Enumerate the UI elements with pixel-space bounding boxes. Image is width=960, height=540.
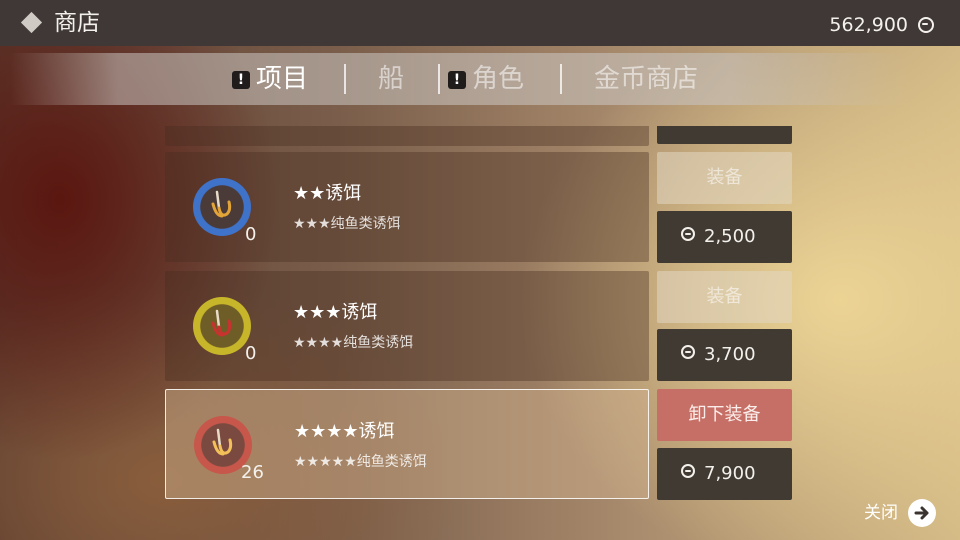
tab-items[interactable]: ! 项目 [232, 61, 308, 97]
tab-bar: ! 项目 船 ! 角色 金币商店 [10, 53, 910, 105]
item-count: 26 [241, 462, 264, 483]
lure-hook-icon [193, 178, 251, 236]
equip-button[interactable]: 装备 [657, 271, 792, 323]
alert-badge: ! [232, 71, 250, 89]
coin-icon [681, 345, 695, 359]
tab-coin-shop[interactable]: 金币商店 [594, 61, 698, 97]
item-name: ★★诱饵 [293, 183, 362, 204]
item-count: 0 [245, 224, 257, 245]
item-name: ★★★诱饵 [293, 302, 378, 323]
buy-button[interactable]: 2,500 [657, 211, 792, 263]
coin-icon [681, 464, 695, 478]
item-card[interactable] [165, 126, 649, 146]
lure-hook-icon [193, 297, 251, 355]
coin-icon [681, 227, 695, 241]
arrow-right-icon [908, 499, 936, 527]
item-count: 0 [245, 343, 257, 364]
coin-balance: 562,900 [829, 14, 908, 36]
item-description: ★★★纯鱼类诱饵 [293, 216, 401, 232]
unequip-button[interactable]: 卸下装备 [657, 389, 792, 441]
tab-label: 金币商店 [594, 64, 699, 94]
close-button[interactable]: 关闭 [864, 498, 936, 528]
tab-character[interactable]: ! 角色 [448, 61, 524, 97]
item-card[interactable]: 0 ★★★诱饵 ★★★★纯鱼类诱饵 [165, 271, 649, 381]
price-label: 3,700 [704, 344, 756, 365]
item-description: ★★★★★纯鱼类诱饵 [294, 454, 427, 470]
tab-label: 项目 [256, 64, 309, 94]
item-description: ★★★★纯鱼类诱饵 [293, 335, 414, 351]
item-name: ★★★★诱饵 [294, 421, 395, 442]
coin-icon [918, 17, 934, 33]
tab-divider [438, 64, 440, 94]
item-card-selected[interactable]: 26 ★★★★诱饵 ★★★★★纯鱼类诱饵 [165, 389, 649, 499]
price-label: 7,900 [704, 463, 756, 484]
page-title: 商店 [54, 10, 100, 36]
tab-divider [344, 64, 346, 94]
top-bar: 商店 562,900 [0, 0, 960, 46]
buy-button[interactable] [657, 126, 792, 144]
tab-label: 角色 [472, 64, 525, 94]
diamond-icon [20, 11, 43, 34]
tab-boat[interactable]: 船 [378, 61, 404, 97]
alert-badge: ! [448, 71, 466, 89]
equip-button[interactable]: 装备 [657, 152, 792, 204]
item-list[interactable]: 0 ★★诱饵 ★★★纯鱼类诱饵 装备 2,500 0 ★★★诱饵 ★★★★纯鱼类… [160, 126, 800, 500]
item-card[interactable]: 0 ★★诱饵 ★★★纯鱼类诱饵 [165, 152, 649, 262]
close-label: 关闭 [864, 503, 898, 523]
tab-divider [560, 64, 562, 94]
buy-button[interactable]: 7,900 [657, 448, 792, 500]
price-label: 2,500 [704, 226, 756, 247]
buy-button[interactable]: 3,700 [657, 329, 792, 381]
tab-label: 船 [378, 64, 405, 94]
